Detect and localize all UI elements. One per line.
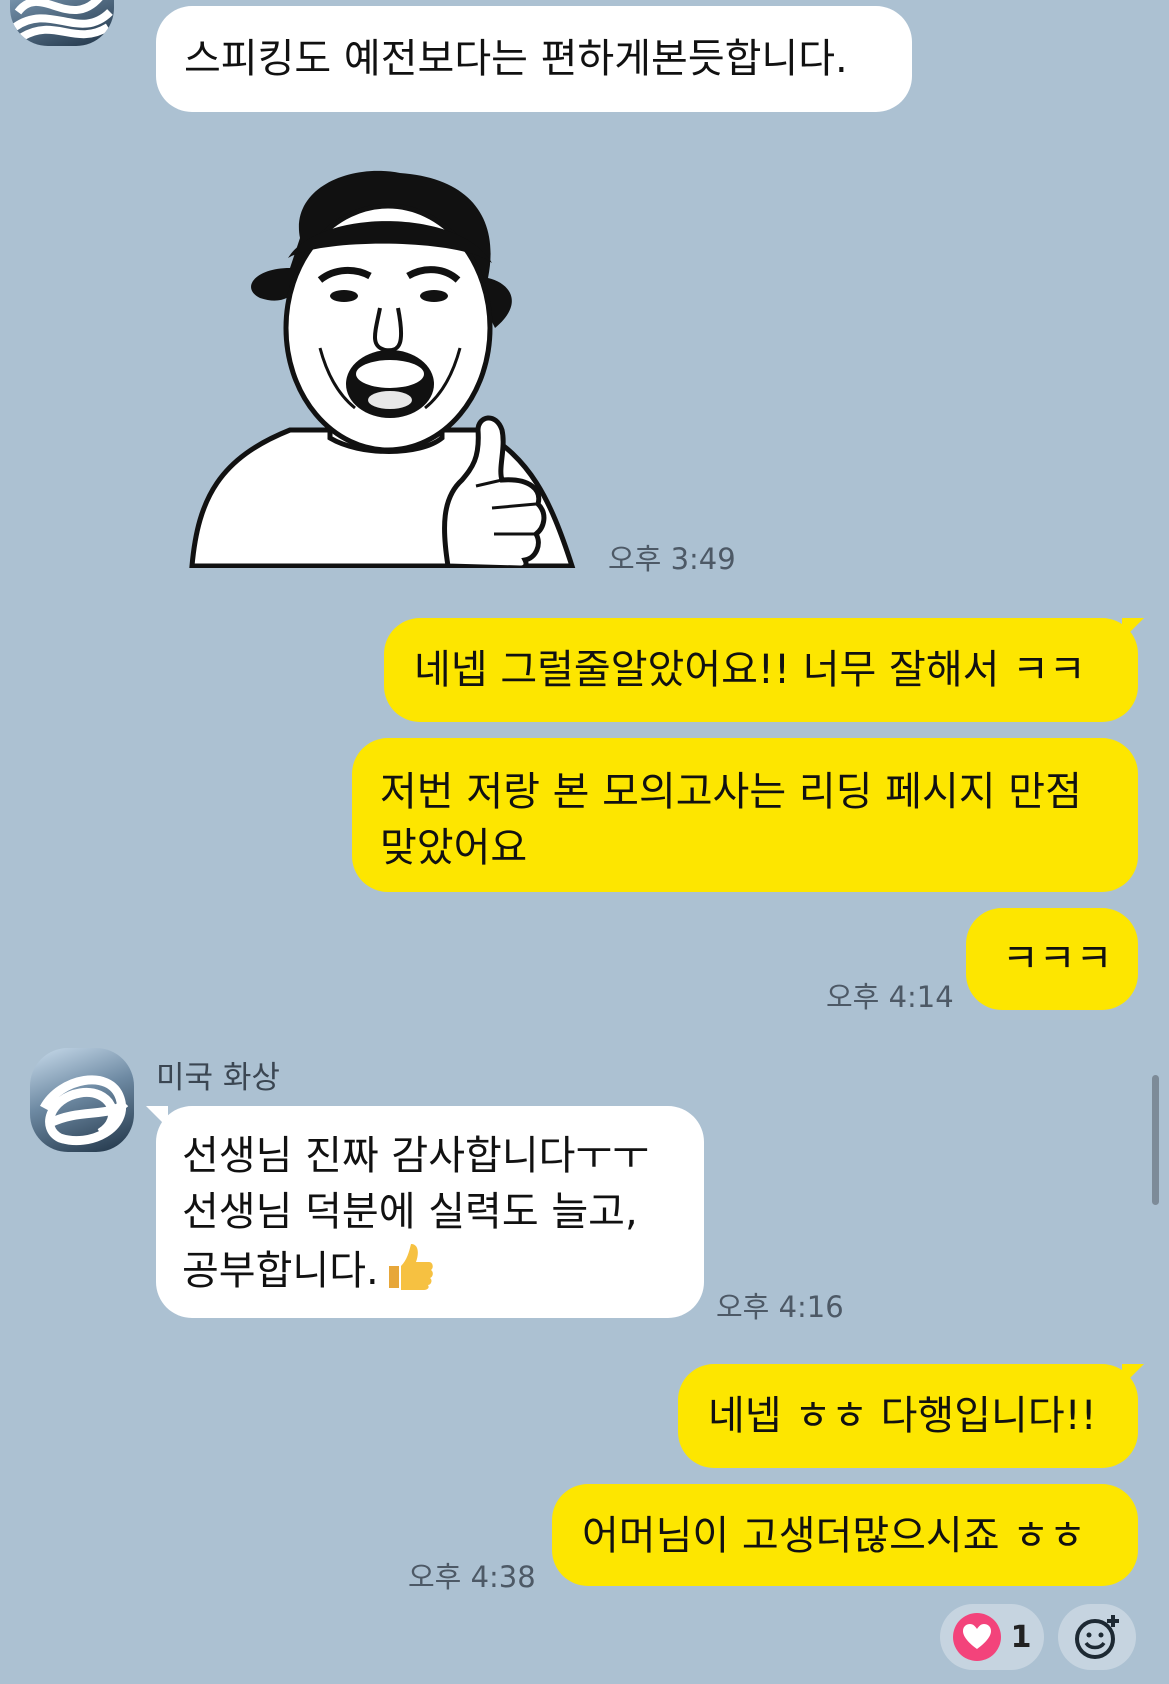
message-time: 오후 4:38 bbox=[408, 1560, 536, 1594]
reaction-count: 1 bbox=[1010, 1619, 1032, 1655]
add-reaction-button[interactable] bbox=[1058, 1604, 1136, 1670]
message-text: 스피킹도 예전보다는 편하게본듯합니다. bbox=[184, 36, 848, 82]
message-time: 오후 4:14 bbox=[826, 980, 954, 1014]
outgoing-message[interactable]: ㅋㅋㅋ bbox=[966, 908, 1138, 1010]
incoming-message[interactable]: 선생님 진짜 감사합니다ㅜㅜ 선생님 덕분에 실력도 늘고, 공부합니다. bbox=[156, 1106, 704, 1318]
reaction-badge[interactable]: 1 bbox=[940, 1604, 1044, 1670]
outgoing-message[interactable]: 네넵 ㅎㅎ 다행입니다!! bbox=[678, 1364, 1138, 1468]
incoming-message[interactable]: 스피킹도 예전보다는 편하게본듯합니다. bbox=[156, 6, 912, 112]
bubble-tail bbox=[1122, 1364, 1144, 1386]
message-line: 공부합니다. bbox=[182, 1240, 704, 1307]
message-text: 어머님이 고생더많으시죠 ㅎㅎ bbox=[582, 1513, 1086, 1559]
outgoing-message[interactable]: 저번 저랑 본 모의고사는 리딩 페시지 만점 맞았어요 bbox=[352, 738, 1138, 892]
message-line: 선생님 덕분에 실력도 늘고, bbox=[182, 1189, 638, 1235]
scribble-overlay bbox=[12, 0, 113, 41]
sender-avatar[interactable] bbox=[30, 1048, 134, 1152]
outgoing-message[interactable]: 어머님이 고생더많으시죠 ㅎㅎ bbox=[552, 1484, 1138, 1586]
message-text: 네넵 그럴줄알았어요!! 너무 잘해서 ㅋㅋ bbox=[414, 647, 1086, 693]
message-line: 저번 저랑 본 모의고사는 리딩 페시지 만점 bbox=[380, 769, 1082, 815]
thumbs-up-sticker[interactable] bbox=[180, 168, 600, 571]
message-time: 오후 3:49 bbox=[608, 542, 736, 576]
avatar[interactable] bbox=[10, 0, 114, 46]
message-line: 선생님 진짜 감사합니다ㅜㅜ bbox=[182, 1133, 650, 1179]
message-text: 네넵 ㅎㅎ 다행입니다!! bbox=[708, 1393, 1097, 1439]
bubble-tail bbox=[146, 1106, 168, 1128]
heart-icon bbox=[952, 1613, 1001, 1661]
scrollbar[interactable] bbox=[1152, 1075, 1159, 1205]
outgoing-message[interactable]: 네넵 그럴줄알았어요!! 너무 잘해서 ㅋㅋ bbox=[384, 618, 1138, 722]
sender-name: 미국 화상 bbox=[156, 1060, 280, 1096]
bubble-tail bbox=[1122, 618, 1144, 640]
message-time: 오후 4:16 bbox=[716, 1290, 844, 1324]
thumbs-up-emoji-icon bbox=[383, 1240, 435, 1307]
scribble-overlay bbox=[40, 1075, 129, 1146]
message-line: 맞았어요 bbox=[380, 825, 528, 871]
message-text: ㅋㅋㅋ bbox=[1002, 936, 1113, 982]
smiley-plus-icon bbox=[1075, 1615, 1119, 1659]
